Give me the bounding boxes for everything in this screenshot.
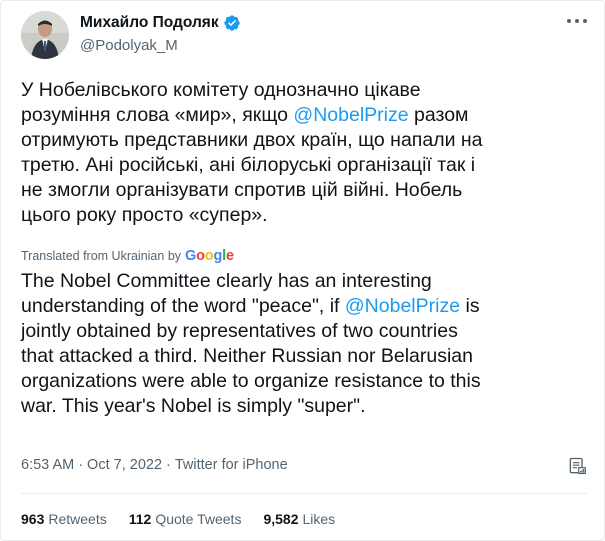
text-segment: третю. Ані російські, ані білоруські орг… <box>21 154 476 176</box>
author-name[interactable]: Михайло Подоляк <box>80 14 219 32</box>
author-name-row[interactable]: Михайло Подоляк <box>80 14 241 32</box>
text-segment: war. This year's Nobel is simply "super"… <box>21 395 366 417</box>
text-line: У Нобелівського комітету однозначно ціка… <box>21 78 591 103</box>
likes-count: 9,582 <box>263 511 299 527</box>
tweet-time[interactable]: 6:53 AM <box>21 457 74 473</box>
meta-separator: · <box>78 457 84 473</box>
text-segment: не змогли організувати спротив цій війні… <box>21 179 463 201</box>
translated-label: Translated from Ukrainian by <box>21 249 182 263</box>
text-segment: is <box>460 295 480 317</box>
text-line: war. This year's Nobel is simply "super"… <box>21 394 591 419</box>
tweet-date[interactable]: Oct 7, 2022 <box>87 457 162 473</box>
quotes-count: 112 <box>128 511 152 527</box>
more-dot <box>567 19 571 23</box>
text-segment: The Nobel Committee clearly has an inter… <box>21 270 432 292</box>
text-line: organizations were able to organize resi… <box>21 369 591 394</box>
text-segment: У Нобелівського комітету однозначно ціка… <box>21 79 421 101</box>
retweets-label: Retweets <box>48 511 107 527</box>
retweets-count: 963 <box>21 511 45 527</box>
text-segment: розуміння слова «мир», якщо <box>21 104 294 126</box>
author-handle[interactable]: @Podolyak_M <box>80 37 178 54</box>
quote-tweets-stat[interactable]: 112 Quote Tweets <box>129 511 242 527</box>
more-dot <box>575 19 579 23</box>
more-dot <box>583 19 587 23</box>
text-segment: цього року просто «супер». <box>21 204 268 226</box>
text-segment: that attacked a third. Neither Russian n… <box>21 345 473 367</box>
text-line: jointly obtained by representatives of t… <box>21 319 591 344</box>
tweet-card: Михайло Подоляк @Podolyak_M У Нобелівськ… <box>0 0 605 541</box>
text-line: The Nobel Committee clearly has an inter… <box>21 269 591 294</box>
text-line: третю. Ані російські, ані білоруські орг… <box>21 153 591 178</box>
text-segment: understanding of the word "peace", if <box>21 295 345 317</box>
tweet-source[interactable]: Twitter for iPhone <box>175 457 288 473</box>
tweet-stats: 963 Retweets 112 Quote Tweets 9,582 Likes <box>21 511 357 527</box>
text-line: understanding of the word "peace", if @N… <box>21 294 591 319</box>
avatar[interactable] <box>21 11 69 59</box>
text-segment: jointly obtained by representatives of t… <box>21 320 458 342</box>
likes-stat[interactable]: 9,582 Likes <box>263 511 335 527</box>
tweet-original-text: У Нобелівського комітету однозначно ціка… <box>21 78 591 228</box>
mention-link[interactable]: @NobelPrize <box>345 295 460 317</box>
text-line: не змогли організувати спротив цій війні… <box>21 178 591 203</box>
tweet-translated-text: The Nobel Committee clearly has an inter… <box>21 269 591 419</box>
tweet-meta: 6:53 AM · Oct 7, 2022 · Twitter for iPhone <box>21 457 288 473</box>
translation-attribution: Translated from Ukrainian by Google <box>21 248 234 264</box>
quotes-label: Quote Tweets <box>155 511 242 527</box>
text-line: отримують представники двох країн, що на… <box>21 128 591 153</box>
verified-badge-icon <box>223 15 240 31</box>
more-options-icon[interactable] <box>567 19 587 25</box>
stats-divider <box>21 493 587 494</box>
tweet-info-icon[interactable] <box>567 456 587 476</box>
text-segment: разом <box>408 104 469 126</box>
text-line: цього року просто «супер». <box>21 203 591 228</box>
meta-separator: · <box>166 457 171 473</box>
retweets-stat[interactable]: 963 Retweets <box>21 511 107 527</box>
text-segment: отримують представники двох країн, що на… <box>21 129 483 151</box>
text-segment: organizations were able to organize resi… <box>21 370 481 392</box>
google-logo: Google <box>185 248 234 264</box>
text-line: that attacked a third. Neither Russian n… <box>21 344 591 369</box>
likes-label: Likes <box>302 511 336 527</box>
mention-link[interactable]: @NobelPrize <box>293 104 408 126</box>
text-line: розуміння слова «мир», якщо @NobelPrize … <box>21 103 591 128</box>
avatar-photo <box>21 11 69 59</box>
